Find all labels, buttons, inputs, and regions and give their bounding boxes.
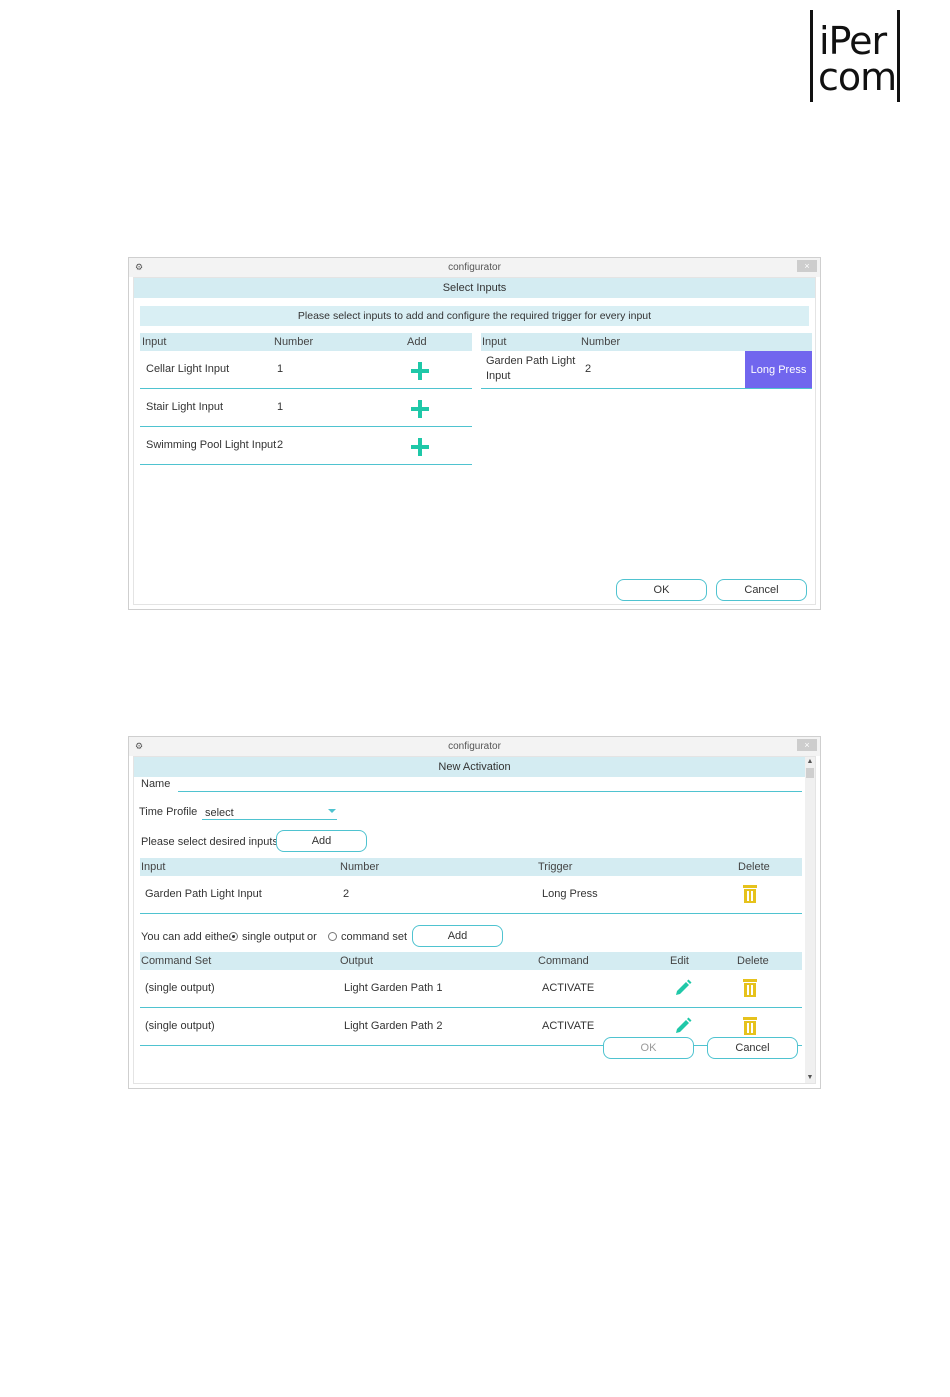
selected-inputs-header: Input Number [481, 333, 812, 351]
or-label: or [307, 931, 317, 943]
ipercom-logo: iPer com [810, 10, 902, 104]
trash-icon[interactable] [743, 885, 757, 903]
table-row: Swimming Pool Light Input 2 [140, 427, 472, 465]
dialog1-content: Select Inputs Please select inputs to ad… [133, 277, 816, 605]
column-trigger: Trigger [538, 861, 573, 873]
single-output-radio[interactable] [229, 932, 238, 941]
dialog-header: New Activation [134, 757, 815, 777]
pencil-icon[interactable] [673, 978, 693, 998]
commands-table-header: Command Set Output Command Edit Delete [140, 952, 802, 970]
input-trigger: Long Press [542, 888, 598, 900]
column-command: Command [538, 955, 589, 967]
time-profile-label: Time Profile [139, 806, 198, 818]
window-title: configurator [448, 262, 501, 273]
add-icon[interactable] [410, 437, 430, 457]
command-set-radio[interactable] [328, 932, 337, 941]
add-icon[interactable] [410, 399, 430, 419]
vertical-scrollbar[interactable]: ▲ ▼ [805, 757, 815, 1083]
input-number: 2 [585, 363, 592, 375]
column-output: Output [340, 955, 374, 967]
inputs-table-header: Input Number Trigger Delete [140, 858, 802, 876]
column-number: Number [581, 336, 621, 348]
command-set: (single output) [145, 982, 215, 994]
column-input: Input [142, 336, 167, 348]
name-input[interactable] [178, 791, 802, 792]
table-row: Garden Path Light Input 2 Long Press [481, 351, 812, 389]
new-activation-dialog: ⚙ configurator × New Activation Name Tim… [128, 736, 821, 1089]
input-name: Stair Light Input [146, 401, 224, 413]
trash-icon[interactable] [743, 979, 757, 997]
column-add: Add [407, 336, 427, 348]
ok-button[interactable]: OK [616, 579, 707, 601]
time-profile-value: select [205, 807, 234, 819]
table-row: (single output) Light Garden Path 1 ACTI… [140, 970, 802, 1008]
time-profile-select[interactable] [202, 819, 337, 820]
logo-bar-right [897, 10, 900, 102]
dialog1-titlebar[interactable]: ⚙ configurator × [129, 258, 820, 277]
chevron-down-icon [328, 809, 336, 813]
add-output-button[interactable]: Add [412, 925, 503, 947]
logo-text-bottom: com [818, 55, 897, 99]
column-delete: Delete [738, 861, 770, 873]
select-inputs-dialog: ⚙ configurator × Select Inputs Please se… [128, 257, 821, 610]
input-name: Swimming Pool Light Input [146, 439, 277, 451]
command-set-label: command set [341, 931, 408, 943]
input-number: 1 [277, 401, 284, 413]
output-name: Light Garden Path 2 [344, 1020, 443, 1032]
command-name: ACTIVATE [542, 1020, 595, 1032]
available-inputs-header: Input Number Add [140, 333, 472, 351]
ok-button[interactable]: OK [603, 1037, 694, 1059]
dialog2-titlebar[interactable]: ⚙ configurator × [129, 737, 820, 756]
trigger-long-press-button[interactable]: Long Press [745, 351, 812, 388]
window-title: configurator [448, 741, 501, 752]
input-name: Cellar Light Input [146, 363, 230, 375]
close-button[interactable]: × [797, 739, 817, 751]
single-output-label: single output [242, 931, 305, 943]
dialog2-content: New Activation Name Time Profile select … [133, 756, 816, 1084]
logo-bar-left [810, 10, 813, 102]
select-inputs-label: Please select desired inputs [141, 836, 278, 848]
scroll-down-icon[interactable]: ▼ [805, 1073, 815, 1083]
column-command-set: Command Set [141, 955, 212, 967]
column-input: Input [141, 861, 166, 873]
dialog-header: Select Inputs [134, 278, 815, 298]
input-number: 1 [277, 363, 284, 375]
cancel-button[interactable]: Cancel [716, 579, 807, 601]
scroll-thumb[interactable] [806, 768, 814, 778]
add-icon[interactable] [410, 361, 430, 381]
table-row: Cellar Light Input 1 [140, 351, 472, 389]
input-number: 2 [343, 888, 350, 900]
cancel-button[interactable]: Cancel [707, 1037, 798, 1059]
scroll-up-icon[interactable]: ▲ [805, 757, 815, 767]
add-either-label: You can add either [141, 931, 233, 943]
column-number: Number [274, 336, 314, 348]
input-name: Garden Path Light Input [145, 888, 262, 900]
output-name: Light Garden Path 1 [344, 982, 443, 994]
instruction-banner: Please select inputs to add and configur… [140, 306, 809, 326]
table-row: (single output) Light Garden Path 2 ACTI… [140, 1008, 802, 1046]
input-name-line2: Input [486, 370, 511, 382]
command-set: (single output) [145, 1020, 215, 1032]
column-number: Number [340, 861, 380, 873]
column-input: Input [482, 336, 507, 348]
close-button[interactable]: × [797, 260, 817, 272]
pencil-icon[interactable] [673, 1016, 693, 1036]
column-delete: Delete [737, 955, 769, 967]
table-row: Stair Light Input 1 [140, 389, 472, 427]
name-label: Name [141, 778, 171, 790]
column-edit: Edit [670, 955, 689, 967]
table-row: Garden Path Light Input 2 Long Press [140, 876, 802, 914]
command-name: ACTIVATE [542, 982, 595, 994]
input-name-line1: Garden Path Light [486, 355, 576, 367]
add-inputs-button[interactable]: Add [276, 830, 367, 852]
trash-icon[interactable] [743, 1017, 757, 1035]
input-number: 2 [277, 439, 284, 451]
